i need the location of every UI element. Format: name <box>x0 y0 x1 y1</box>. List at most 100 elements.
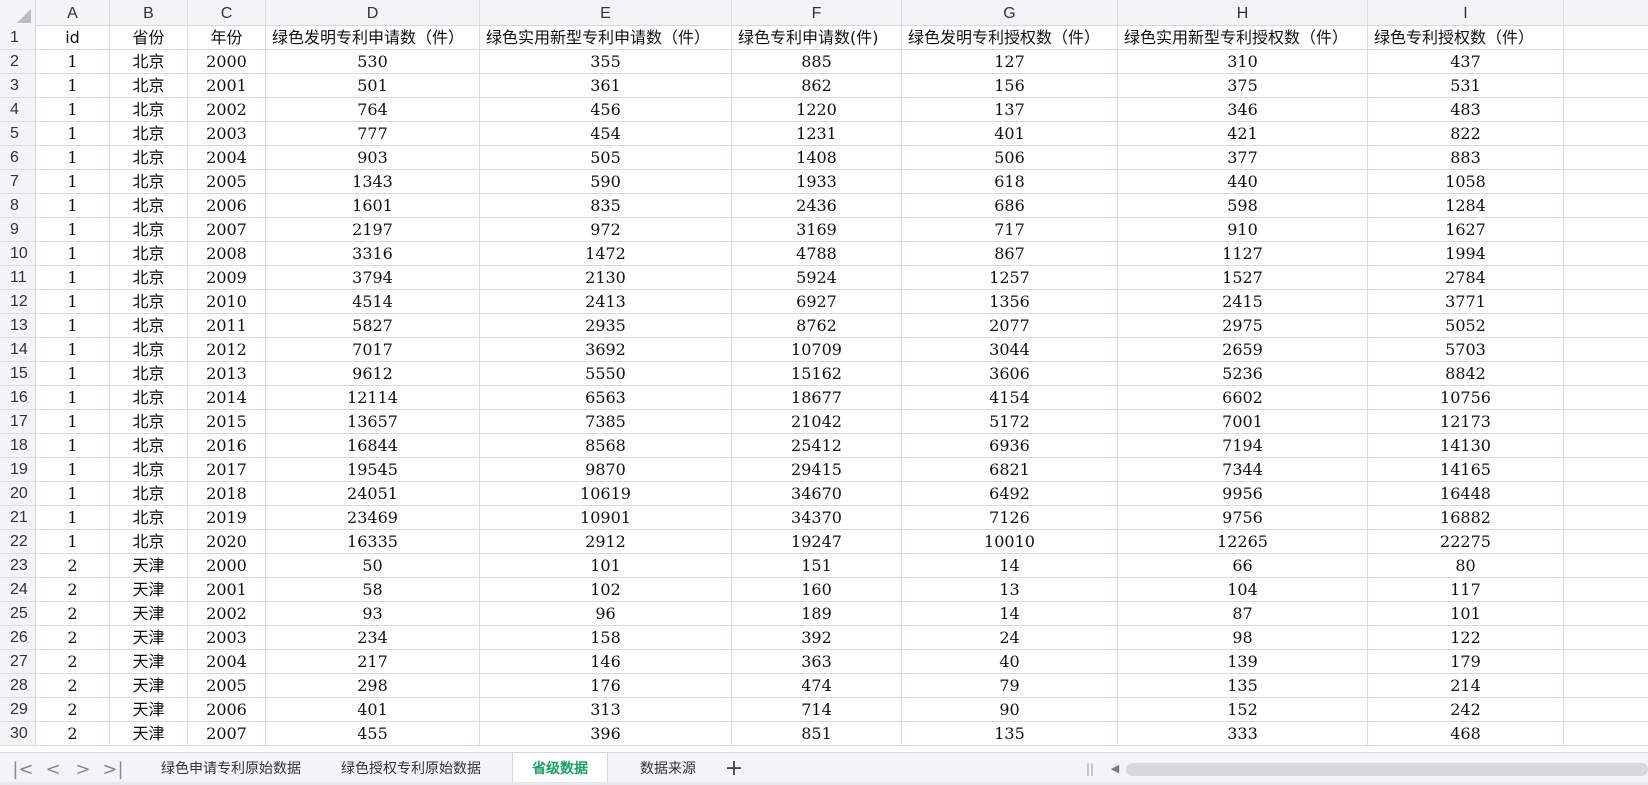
cell-green-invention-applications[interactable]: 298 <box>266 674 480 697</box>
header-cell-green-utility-applications[interactable]: 绿色实用新型专利申请数（件） <box>480 26 732 49</box>
cell-green-invention-applications[interactable]: 217 <box>266 650 480 673</box>
cell-green-patent-applications[interactable]: 6927 <box>732 290 902 313</box>
cell-green-utility-grants[interactable]: 6602 <box>1118 386 1368 409</box>
previous-sheet-icon[interactable]: < <box>42 759 64 781</box>
cell-year[interactable]: 2014 <box>188 386 266 409</box>
cell-green-patent-applications[interactable]: 34670 <box>732 482 902 505</box>
cell-green-invention-applications[interactable]: 13657 <box>266 410 480 433</box>
cell-green-utility-applications[interactable]: 2935 <box>480 314 732 337</box>
cell-green-utility-applications[interactable]: 96 <box>480 602 732 625</box>
cell-green-invention-applications[interactable]: 234 <box>266 626 480 649</box>
cell-green-invention-applications[interactable]: 23469 <box>266 506 480 529</box>
plus-icon[interactable]: + <box>722 757 746 781</box>
cell-green-invention-grants[interactable]: 5172 <box>902 410 1118 433</box>
cell-green-invention-grants[interactable]: 686 <box>902 194 1118 217</box>
cell-green-patent-grants[interactable]: 483 <box>1368 98 1564 121</box>
cell-green-utility-grants[interactable]: 7001 <box>1118 410 1368 433</box>
cell-province[interactable]: 北京 <box>110 98 188 121</box>
header-cell-green-patent-applications[interactable]: 绿色专利申请数(件) <box>732 26 902 49</box>
cell-green-utility-grants[interactable]: 98 <box>1118 626 1368 649</box>
column-header-a[interactable]: A <box>36 0 110 26</box>
cell-green-invention-applications[interactable]: 764 <box>266 98 480 121</box>
cell-green-invention-grants[interactable]: 79 <box>902 674 1118 697</box>
cell-green-patent-applications[interactable]: 714 <box>732 698 902 721</box>
row-number[interactable]: 30 <box>0 722 35 746</box>
cell-green-patent-applications[interactable]: 19247 <box>732 530 902 553</box>
cell-green-invention-applications[interactable]: 4514 <box>266 290 480 313</box>
cell-province[interactable]: 北京 <box>110 194 188 217</box>
cell-id[interactable]: 2 <box>36 602 110 625</box>
row-number[interactable]: 1 <box>0 26 35 50</box>
row-number[interactable]: 24 <box>0 578 35 602</box>
cell-province[interactable]: 北京 <box>110 242 188 265</box>
cell-green-invention-applications[interactable]: 1601 <box>266 194 480 217</box>
cell-province[interactable]: 北京 <box>110 290 188 313</box>
cell-year[interactable]: 2013 <box>188 362 266 385</box>
cell-green-patent-grants[interactable]: 1627 <box>1368 218 1564 241</box>
cell-green-utility-applications[interactable]: 10901 <box>480 506 732 529</box>
cell-green-invention-applications[interactable]: 9612 <box>266 362 480 385</box>
cell-province[interactable]: 北京 <box>110 458 188 481</box>
cell-green-patent-grants[interactable]: 16882 <box>1368 506 1564 529</box>
select-all-corner[interactable] <box>0 0 36 26</box>
cell-green-utility-grants[interactable]: 5236 <box>1118 362 1368 385</box>
cell-green-invention-applications[interactable]: 5827 <box>266 314 480 337</box>
cell-green-utility-grants[interactable]: 440 <box>1118 170 1368 193</box>
row-number[interactable]: 14 <box>0 338 35 362</box>
cell-green-patent-applications[interactable]: 392 <box>732 626 902 649</box>
cell-green-invention-grants[interactable]: 7126 <box>902 506 1118 529</box>
cell-green-utility-grants[interactable]: 598 <box>1118 194 1368 217</box>
cell-year[interactable]: 2010 <box>188 290 266 313</box>
cell-green-utility-applications[interactable]: 176 <box>480 674 732 697</box>
cell-green-utility-applications[interactable]: 5550 <box>480 362 732 385</box>
cell-province[interactable]: 北京 <box>110 434 188 457</box>
cell-green-invention-applications[interactable]: 501 <box>266 74 480 97</box>
row-number[interactable]: 7 <box>0 170 35 194</box>
cell-green-patent-grants[interactable]: 22275 <box>1368 530 1564 553</box>
cell-green-invention-applications[interactable]: 16844 <box>266 434 480 457</box>
cell-green-patent-grants[interactable]: 16448 <box>1368 482 1564 505</box>
column-header-c[interactable]: C <box>188 0 266 26</box>
header-cell-green-utility-grants[interactable]: 绿色实用新型专利授权数（件） <box>1118 26 1368 49</box>
cell-green-invention-grants[interactable]: 127 <box>902 50 1118 73</box>
row-number[interactable]: 15 <box>0 362 35 386</box>
cell-green-utility-applications[interactable]: 146 <box>480 650 732 673</box>
cell-green-utility-grants[interactable]: 12265 <box>1118 530 1368 553</box>
cell-id[interactable]: 2 <box>36 650 110 673</box>
cell-province[interactable]: 北京 <box>110 506 188 529</box>
cell-green-utility-grants[interactable]: 2415 <box>1118 290 1368 313</box>
cell-green-patent-applications[interactable]: 3169 <box>732 218 902 241</box>
cell-green-patent-grants[interactable]: 117 <box>1368 578 1564 601</box>
cell-green-patent-applications[interactable]: 151 <box>732 554 902 577</box>
cell-green-patent-grants[interactable]: 80 <box>1368 554 1564 577</box>
cell-province[interactable]: 天津 <box>110 626 188 649</box>
cell-green-patent-applications[interactable]: 2436 <box>732 194 902 217</box>
cell-green-invention-applications[interactable]: 3794 <box>266 266 480 289</box>
cell-green-utility-grants[interactable]: 333 <box>1118 722 1368 745</box>
cell-id[interactable]: 2 <box>36 578 110 601</box>
last-sheet-icon[interactable]: >| <box>102 759 124 781</box>
cell-green-invention-grants[interactable]: 135 <box>902 722 1118 745</box>
sheet-tab-data-source[interactable]: 数据来源 <box>620 753 716 785</box>
cell-id[interactable]: 1 <box>36 146 110 169</box>
cell-green-invention-applications[interactable]: 2197 <box>266 218 480 241</box>
column-header-f[interactable]: F <box>732 0 902 26</box>
cell-green-patent-grants[interactable]: 8842 <box>1368 362 1564 385</box>
cell-green-invention-applications[interactable]: 3316 <box>266 242 480 265</box>
cell-green-utility-applications[interactable]: 7385 <box>480 410 732 433</box>
cell-green-utility-grants[interactable]: 2659 <box>1118 338 1368 361</box>
cell-id[interactable]: 1 <box>36 242 110 265</box>
row-number[interactable]: 18 <box>0 434 35 458</box>
sheet-tab-provincial-data[interactable]: 省级数据 <box>512 753 608 785</box>
cell-id[interactable]: 1 <box>36 266 110 289</box>
cell-green-utility-grants[interactable]: 139 <box>1118 650 1368 673</box>
cell-green-invention-applications[interactable]: 777 <box>266 122 480 145</box>
cell-green-patent-grants[interactable]: 883 <box>1368 146 1564 169</box>
column-header-b[interactable]: B <box>110 0 188 26</box>
cell-green-utility-grants[interactable]: 7194 <box>1118 434 1368 457</box>
row-number[interactable]: 13 <box>0 314 35 338</box>
cell-green-patent-applications[interactable]: 851 <box>732 722 902 745</box>
cell-green-patent-grants[interactable]: 122 <box>1368 626 1564 649</box>
cell-green-utility-grants[interactable]: 9756 <box>1118 506 1368 529</box>
cell-province[interactable]: 北京 <box>110 314 188 337</box>
